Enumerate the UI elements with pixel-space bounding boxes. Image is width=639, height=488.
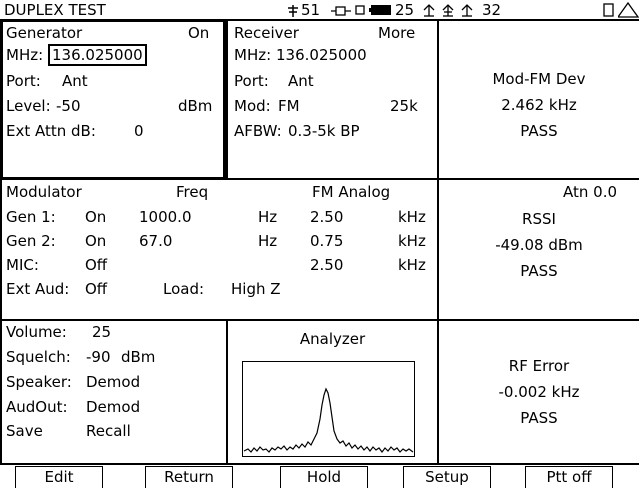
screen-title: DUPLEX TEST xyxy=(4,1,106,19)
mic-dev-unit: kHz xyxy=(398,256,426,274)
mic-label: MIC: xyxy=(6,256,39,274)
gen2-freq-unit: Hz xyxy=(258,232,278,250)
generator-port-value[interactable]: Ant xyxy=(62,72,88,90)
analyzer-title: Analyzer xyxy=(299,330,366,348)
ext-attn-value[interactable]: 0 xyxy=(134,122,144,140)
battery-icon xyxy=(369,5,391,15)
modulator-title: Modulator xyxy=(6,183,82,201)
receiver-mod-value[interactable]: FM xyxy=(278,97,300,115)
gen1-dev-unit: kHz xyxy=(398,208,426,226)
mod-fm-dev-value: 2.462 kHz xyxy=(501,96,577,114)
generator-level-unit: dBm xyxy=(178,97,213,115)
rssi-result: PASS xyxy=(520,262,558,280)
warning-triangle-icon xyxy=(618,2,639,18)
receiver-port-label: Port: xyxy=(234,72,269,90)
receiver-mhz-label: MHz: xyxy=(234,46,272,64)
rf-error-title: RF Error xyxy=(508,357,570,375)
signal-arrows-icon xyxy=(423,4,473,17)
modulator-freq-header: Freq xyxy=(176,183,209,201)
mic-state[interactable]: Off xyxy=(85,256,107,274)
transmit-icon xyxy=(288,5,298,17)
mod-fm-dev-title: Mod-FM Dev xyxy=(492,70,586,88)
receiver-mod-label: Mod: xyxy=(234,97,271,115)
receiver-title: Receiver xyxy=(234,24,299,42)
mod-fm-dev-result: PASS xyxy=(520,122,558,140)
squelch-value[interactable]: -90 xyxy=(86,348,111,366)
rf-error-value: -0.002 kHz xyxy=(498,383,580,401)
generator-level-label: Level: xyxy=(6,97,51,115)
gen1-freq[interactable]: 1000.0 xyxy=(139,208,192,226)
generator-status[interactable]: On xyxy=(188,24,209,42)
generator-level-value[interactable]: -50 xyxy=(56,97,81,115)
volume-value[interactable]: 25 xyxy=(92,323,111,341)
ext-aud-value[interactable]: Off xyxy=(85,280,107,298)
softkey-edit[interactable]: Edit xyxy=(15,466,103,488)
gen1-label: Gen 1: xyxy=(6,208,56,226)
analyzer-plot[interactable] xyxy=(242,361,415,457)
audout-label: AudOut: xyxy=(6,398,68,416)
save-button[interactable]: Save xyxy=(6,422,43,440)
header-right-value: 32 xyxy=(482,1,502,19)
rf-error-result: PASS xyxy=(520,409,558,427)
generator-port-label: Port: xyxy=(6,72,41,90)
generator-frequency-field[interactable]: 136.025000 xyxy=(48,44,147,66)
receiver-frequency-field[interactable]: 136.025000 xyxy=(276,46,367,64)
gen2-state[interactable]: On xyxy=(85,232,106,250)
receiver-port-value[interactable]: Ant xyxy=(288,72,314,90)
rssi-value: -49.08 dBm xyxy=(495,236,583,254)
audout-value[interactable]: Demod xyxy=(86,398,140,416)
generator-title: Generator xyxy=(6,24,83,42)
modulator-mode[interactable]: FM Analog xyxy=(312,183,390,201)
gen1-freq-unit: Hz xyxy=(258,208,278,226)
battery-level: 25 xyxy=(395,1,415,19)
gen1-dev[interactable]: 2.50 xyxy=(310,208,343,226)
receiver-bandwidth[interactable]: 25k xyxy=(390,97,418,115)
row2-divider xyxy=(0,319,639,321)
connector-icon xyxy=(331,6,351,16)
load-label: Load: xyxy=(163,280,205,298)
recall-button[interactable]: Recall xyxy=(86,422,131,440)
gen2-dev[interactable]: 0.75 xyxy=(310,232,343,250)
gen2-label: Gen 2: xyxy=(6,232,56,250)
receiver-afbw-value[interactable]: 0.3-5k BP xyxy=(288,122,360,140)
receiver-afbw-label: AFBW: xyxy=(234,122,282,140)
volume-label: Volume: xyxy=(6,323,67,341)
rssi-title: RSSI xyxy=(522,210,556,228)
squelch-label: Squelch: xyxy=(6,348,71,366)
generator-mhz-label: MHz: xyxy=(6,46,44,64)
gen2-freq[interactable]: 67.0 xyxy=(139,232,172,250)
receiver-more-button[interactable]: More xyxy=(378,24,415,42)
softkey-hold[interactable]: Hold xyxy=(280,466,368,488)
speaker-value[interactable]: Demod xyxy=(86,373,140,391)
softkey-return[interactable]: Return xyxy=(145,466,233,488)
square-indicator-icon xyxy=(355,5,365,15)
ext-attn-label: Ext Attn dB: xyxy=(6,122,96,140)
squelch-unit: dBm xyxy=(121,348,156,366)
receiver-left-border xyxy=(224,19,230,180)
softkey-ptt-off[interactable]: Ptt off xyxy=(525,466,613,488)
gen2-dev-unit: kHz xyxy=(398,232,426,250)
mic-dev[interactable]: 2.50 xyxy=(310,256,343,274)
small-rect-icon xyxy=(603,3,614,17)
softkey-setup[interactable]: Setup xyxy=(403,466,491,488)
load-value[interactable]: High Z xyxy=(231,280,281,298)
speaker-label: Speaker: xyxy=(6,373,72,391)
gen1-state[interactable]: On xyxy=(85,208,106,226)
ext-aud-label: Ext Aud: xyxy=(6,280,70,298)
tx-count: 51 xyxy=(301,1,321,19)
row3-divider xyxy=(0,463,639,465)
attenuation-readout: Atn 0.0 xyxy=(563,183,618,201)
